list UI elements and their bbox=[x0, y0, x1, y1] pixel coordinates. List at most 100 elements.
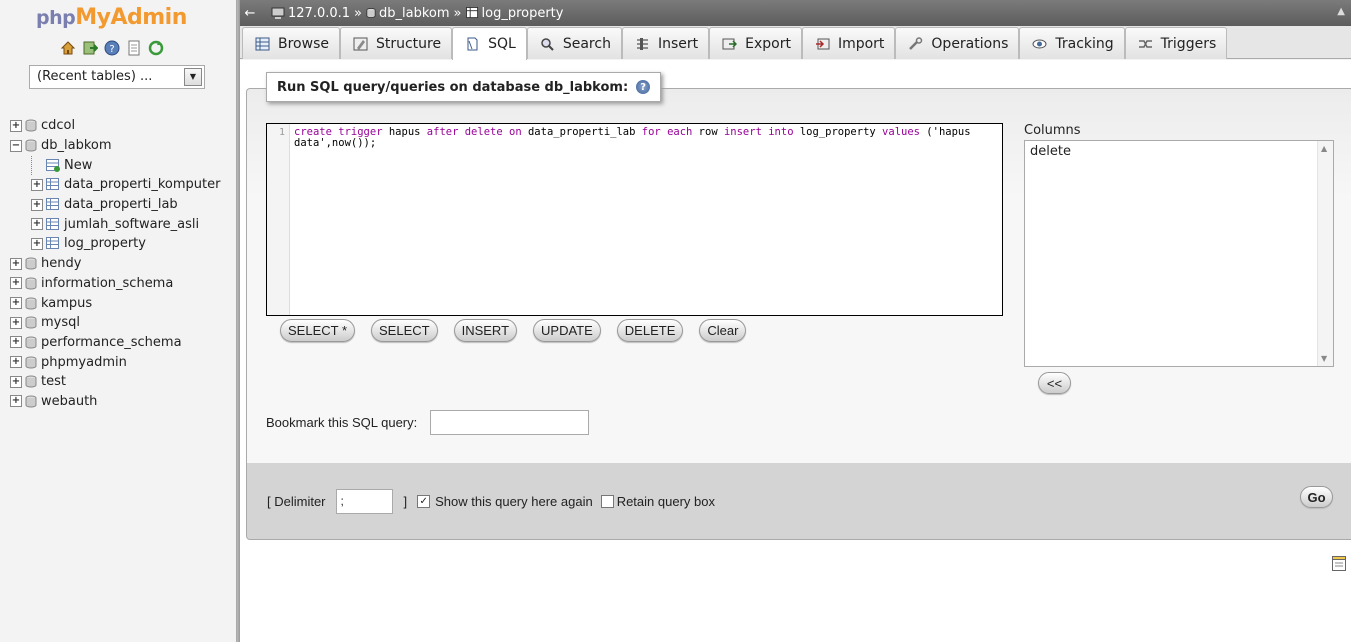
table-icon bbox=[46, 237, 59, 250]
go-button[interactable]: Go bbox=[1300, 486, 1333, 508]
select-button[interactable]: SELECT bbox=[371, 319, 438, 342]
expand-icon[interactable]: + bbox=[31, 237, 43, 250]
expand-icon[interactable]: + bbox=[10, 316, 22, 329]
tree-db-webauth[interactable]: + webauth bbox=[10, 392, 220, 412]
delimiter-input[interactable]: ; bbox=[335, 489, 393, 514]
main-content: Run SQL query/queries on database db_lab… bbox=[240, 60, 1351, 642]
tree-db-performance_schema[interactable]: + performance_schema bbox=[10, 333, 220, 353]
expand-icon[interactable]: + bbox=[31, 178, 43, 191]
column-option[interactable]: delete bbox=[1025, 141, 1333, 162]
expand-icon[interactable]: + bbox=[31, 198, 43, 211]
tree-db-test[interactable]: + test bbox=[10, 372, 220, 392]
database-tree: + cdcol − db_labkom New + data_properti_… bbox=[10, 116, 220, 411]
tab-operations[interactable]: Operations bbox=[895, 27, 1020, 59]
expand-icon[interactable]: + bbox=[10, 257, 22, 270]
sql-query-editor[interactable]: 1 create trigger hapus after delete on d… bbox=[266, 123, 1003, 316]
update-button[interactable]: UPDATE bbox=[533, 319, 601, 342]
tracking-icon bbox=[1032, 37, 1047, 51]
help-icon[interactable]: ? bbox=[636, 80, 651, 94]
database-icon bbox=[25, 297, 37, 310]
tree-db-mysql[interactable]: + mysql bbox=[10, 313, 220, 333]
chevron-down-icon[interactable]: ▼ bbox=[184, 68, 202, 86]
expand-icon[interactable]: + bbox=[10, 119, 22, 132]
expand-icon[interactable]: + bbox=[10, 356, 22, 369]
tab-insert[interactable]: Insert bbox=[621, 27, 710, 59]
table-icon bbox=[46, 198, 59, 211]
tree-db-kampus[interactable]: + kampus bbox=[10, 293, 220, 313]
retain-query-checkbox[interactable] bbox=[600, 495, 614, 508]
scroll-down-icon[interactable]: ▼ bbox=[1321, 354, 1327, 363]
tab-browse[interactable]: Browse bbox=[242, 27, 340, 59]
sql-query-text[interactable]: create trigger hapus after delete on dat… bbox=[294, 127, 988, 149]
breadcrumb-table[interactable]: log_property bbox=[465, 6, 563, 21]
expand-icon[interactable]: + bbox=[10, 375, 22, 388]
clear-button[interactable]: Clear bbox=[699, 319, 747, 342]
expand-icon[interactable]: + bbox=[10, 277, 22, 290]
database-icon bbox=[25, 375, 37, 388]
tab-export[interactable]: Export bbox=[709, 27, 802, 59]
chevron-up-icon[interactable]: ▲ bbox=[1337, 6, 1345, 17]
tab-tracking[interactable]: Tracking bbox=[1019, 27, 1125, 59]
bookmark-label: Bookmark this SQL query: bbox=[266, 415, 418, 430]
table-icon bbox=[46, 178, 59, 191]
browse-icon bbox=[255, 37, 270, 51]
svg-text:?: ? bbox=[109, 44, 114, 55]
console-icon[interactable] bbox=[1332, 556, 1346, 571]
columns-scrollbar[interactable]: ▲ ▼ bbox=[1317, 141, 1333, 366]
new-table-icon bbox=[46, 158, 60, 172]
nav-icon-bar: ? bbox=[60, 40, 164, 56]
tab-import[interactable]: Import bbox=[801, 27, 896, 59]
phpmyadmin-logo[interactable]: phpMyAdmin bbox=[36, 5, 187, 30]
tree-table-log_property[interactable]: + log_property bbox=[10, 234, 220, 254]
expand-icon[interactable]: + bbox=[10, 336, 22, 349]
exit-icon[interactable] bbox=[82, 40, 98, 56]
database-icon bbox=[366, 8, 376, 18]
tree-table-data_properti_komputer[interactable]: + data_properti_komputer bbox=[10, 175, 220, 195]
scroll-up-icon[interactable]: ▲ bbox=[1321, 144, 1327, 153]
tree-db-hendy[interactable]: + hendy bbox=[10, 254, 220, 274]
expand-icon[interactable]: + bbox=[10, 297, 22, 310]
expand-icon[interactable]: + bbox=[10, 395, 22, 408]
operations-icon bbox=[908, 36, 923, 51]
delete-button[interactable]: DELETE bbox=[616, 319, 684, 342]
tab-structure[interactable]: Structure bbox=[339, 27, 453, 59]
structure-icon bbox=[353, 37, 368, 51]
show-query-label[interactable]: Show this query here again bbox=[435, 494, 593, 509]
breadcrumb-server[interactable]: 127.0.0.1 bbox=[271, 6, 350, 21]
triggers-icon bbox=[1138, 37, 1153, 51]
tree-table-data_properti_lab[interactable]: + data_properti_lab bbox=[10, 195, 220, 215]
columns-label: Columns bbox=[1024, 123, 1081, 138]
tree-db-cdcol[interactable]: + cdcol bbox=[10, 116, 220, 136]
sql-query-legend: Run SQL query/queries on database db_lab… bbox=[266, 72, 662, 102]
retain-query-label[interactable]: Retain query box bbox=[617, 494, 715, 509]
show-query-checkbox[interactable]: ✓ bbox=[417, 495, 431, 508]
database-icon bbox=[25, 257, 37, 270]
tree-db-db_labkom[interactable]: − db_labkom bbox=[10, 136, 220, 156]
docs-icon[interactable] bbox=[126, 40, 142, 56]
recent-tables-select[interactable]: (Recent tables) ... ▼ bbox=[29, 65, 205, 89]
tree-db-phpmyadmin[interactable]: + phpmyadmin bbox=[10, 352, 220, 372]
query-help-icon[interactable]: ? bbox=[104, 40, 120, 56]
collapse-icon[interactable]: − bbox=[10, 139, 22, 152]
line-number-gutter: 1 bbox=[267, 124, 290, 315]
collapse-nav-icon[interactable]: ← bbox=[241, 6, 259, 21]
select-star-button[interactable]: SELECT * bbox=[280, 319, 356, 342]
tree-db-information_schema[interactable]: + information_schema bbox=[10, 274, 220, 294]
columns-list[interactable]: delete ▲ ▼ bbox=[1024, 140, 1334, 367]
expand-icon[interactable]: + bbox=[31, 218, 43, 231]
import-icon bbox=[815, 37, 830, 51]
tree-new-table[interactable]: New bbox=[10, 155, 220, 175]
database-icon bbox=[25, 395, 37, 408]
tab-triggers[interactable]: Triggers bbox=[1124, 27, 1228, 59]
home-icon[interactable] bbox=[60, 40, 76, 56]
reload-icon[interactable] bbox=[148, 40, 164, 56]
bookmark-input[interactable] bbox=[430, 410, 589, 435]
breadcrumb-database[interactable]: db_labkom bbox=[366, 6, 450, 21]
query-options-bar: [ Delimiter ; ] ✓ Show this query here a… bbox=[246, 463, 1351, 540]
tab-search[interactable]: Search bbox=[526, 27, 622, 59]
insert-button[interactable]: INSERT bbox=[453, 319, 518, 342]
insert-column-button[interactable]: << bbox=[1038, 372, 1071, 394]
tree-table-jumlah_software_asli[interactable]: + jumlah_software_asli bbox=[10, 214, 220, 234]
tab-sql[interactable]: SQL bbox=[452, 27, 527, 60]
database-icon bbox=[25, 119, 37, 132]
